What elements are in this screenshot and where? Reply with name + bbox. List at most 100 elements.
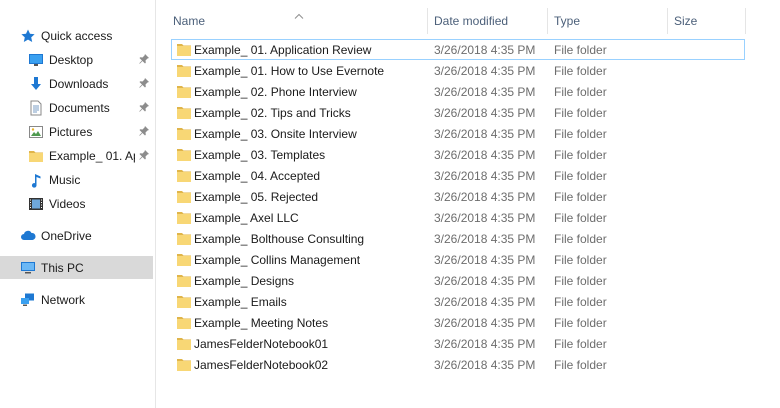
file-name: JamesFelderNotebook02 (194, 357, 329, 372)
nav-item-label: Music (49, 172, 81, 187)
folder-icon (176, 106, 192, 120)
file-row[interactable]: Example_ Axel LLC 3/26/2018 4:35 PM File f… (171, 207, 745, 228)
nav-item-label: Pictures (49, 124, 93, 139)
file-date-modified: 3/26/2018 4:35 PM (434, 105, 536, 120)
file-name: Example_ 01. How to Use Evernote (194, 63, 385, 78)
file-date-modified: 3/26/2018 4:35 PM (434, 315, 536, 330)
file-date-modified: 3/26/2018 4:35 PM (434, 357, 536, 372)
column-name[interactable]: Name (166, 8, 426, 34)
file-name: Example_ Axel LLC (194, 210, 299, 225)
file-row[interactable]: JamesFelderNotebook01 3/26/2018 4:35 PM Fi… (171, 333, 745, 354)
file-date-modified: 3/26/2018 4:35 PM (434, 42, 536, 57)
file-row[interactable]: Example_ Meeting Notes 3/26/2018 4:35 PM F… (171, 312, 745, 333)
file-name: Example_ Designs (194, 273, 295, 288)
file-row[interactable]: Example_ 02. Tips and Tricks 3/26/2018 4:… (171, 102, 745, 123)
folder-icon (176, 211, 192, 225)
file-type: File folder (554, 168, 607, 183)
file-type: File folder (554, 147, 607, 162)
file-date-modified: 3/26/2018 4:35 PM (434, 210, 536, 225)
file-row[interactable]: Example_ 03. Onsite Interview 3/26/2018 4… (171, 123, 745, 144)
file-date-modified: 3/26/2018 4:35 PM (434, 168, 536, 183)
file-row[interactable]: Example_ 02. Phone Interview 3/26/2018 4:… (171, 81, 745, 102)
nav-item-label: Example_ 01. Application Review (49, 148, 135, 163)
nav-item-label: Documents (49, 100, 110, 115)
file-row[interactable]: Example_ Collins Management 3/26/2018 4:3… (171, 249, 745, 270)
nav-network[interactable]: Network (0, 288, 153, 311)
pin-icon[interactable] (138, 149, 150, 161)
folder-icon (176, 127, 192, 141)
nav-item-videos[interactable]: Videos (0, 192, 153, 215)
file-row[interactable]: Example_ 01. How to Use Evernote 3/26/201… (171, 60, 745, 81)
file-date-modified: 3/26/2018 4:35 PM (434, 336, 536, 351)
file-name: Example_ 02. Phone Interview (194, 84, 357, 99)
folder-icon (176, 85, 192, 99)
file-row[interactable]: Example_ Designs 3/26/2018 4:35 PM File fo… (171, 270, 745, 291)
folder-icon (176, 43, 192, 57)
file-type: File folder (554, 315, 607, 330)
file-list: Example_ 01. Application Review 3/26/2018… (171, 39, 745, 375)
folder-icon (28, 148, 44, 164)
nav-quick-access[interactable]: Quick access (0, 24, 153, 47)
folder-icon (176, 190, 192, 204)
nav-quick-access-label: Quick access (41, 28, 113, 43)
file-type: File folder (554, 294, 607, 309)
nav-this-pc[interactable]: This PC (0, 256, 153, 279)
file-type: File folder (554, 231, 607, 246)
file-date-modified: 3/26/2018 4:35 PM (434, 84, 536, 99)
downloads-icon (28, 76, 44, 92)
file-date-modified: 3/26/2018 4:35 PM (434, 126, 536, 141)
nav-item-downloads[interactable]: Downloads (0, 72, 153, 95)
folder-icon (176, 316, 192, 330)
nav-network-label: Network (41, 292, 86, 307)
file-row[interactable]: JamesFelderNotebook02 3/26/2018 4:35 PM Fi… (171, 354, 745, 375)
file-name: Example_ 03. Templates (194, 147, 326, 162)
file-type: File folder (554, 105, 607, 120)
file-row[interactable]: Example_ 01. Application Review 3/26/2018… (171, 39, 745, 60)
desktop-icon (28, 52, 44, 68)
file-date-modified: 3/26/2018 4:35 PM (434, 252, 536, 267)
pin-icon[interactable] (138, 53, 150, 65)
file-date-modified: 3/26/2018 4:35 PM (434, 189, 536, 204)
nav-item-label: Downloads (49, 76, 109, 91)
nav-item-pictures[interactable]: Pictures (0, 120, 153, 143)
folder-icon (176, 358, 192, 372)
pane-divider[interactable] (155, 0, 156, 408)
pin-icon[interactable] (138, 101, 150, 113)
column-header: Name Date modified Type Size (166, 8, 780, 34)
file-name: Example_ 01. Application Review (194, 42, 372, 57)
file-name: Example_ 03. Onsite Interview (194, 126, 357, 141)
documents-icon (28, 100, 44, 116)
pin-icon[interactable] (138, 77, 150, 89)
nav-item-pinned-folder[interactable]: Example_ 01. Application Review (0, 144, 135, 167)
star-icon (20, 28, 36, 44)
file-row[interactable]: Example_ Emails 3/26/2018 4:35 PM File fol… (171, 291, 745, 312)
file-type: File folder (554, 336, 607, 351)
cloud-icon (20, 228, 36, 244)
file-type: File folder (554, 63, 607, 78)
nav-onedrive[interactable]: OneDrive (0, 224, 153, 247)
column-type[interactable]: Type (547, 8, 667, 34)
file-name: Example_ 05. Rejected (194, 189, 319, 204)
file-type: File folder (554, 252, 607, 267)
folder-icon (176, 169, 192, 183)
music-icon (28, 172, 44, 188)
pictures-icon (28, 124, 44, 140)
nav-item-music[interactable]: Music (0, 168, 153, 191)
column-size[interactable]: Size (667, 8, 745, 34)
file-row[interactable]: Example_ 04. Accepted 3/26/2018 4:35 PM Fi… (171, 165, 745, 186)
nav-this-pc-label: This PC (41, 260, 84, 275)
file-row[interactable]: Example_ 03. Templates 3/26/2018 4:35 PM F… (171, 144, 745, 165)
nav-item-documents[interactable]: Documents (0, 96, 153, 119)
file-type: File folder (554, 42, 607, 57)
file-row[interactable]: Example_ Bolthouse Consulting 3/26/2018 4… (171, 228, 745, 249)
column-separator[interactable] (745, 8, 746, 34)
folder-icon (176, 274, 192, 288)
column-date-modified[interactable]: Date modified (427, 8, 547, 34)
file-row[interactable]: Example_ 05. Rejected 3/26/2018 4:35 PM Fi… (171, 186, 745, 207)
nav-item-label: Videos (49, 196, 86, 211)
pin-icon[interactable] (138, 125, 150, 137)
nav-item-desktop[interactable]: Desktop (0, 48, 153, 71)
file-type: File folder (554, 357, 607, 372)
videos-icon (28, 196, 44, 212)
file-date-modified: 3/26/2018 4:35 PM (434, 147, 536, 162)
